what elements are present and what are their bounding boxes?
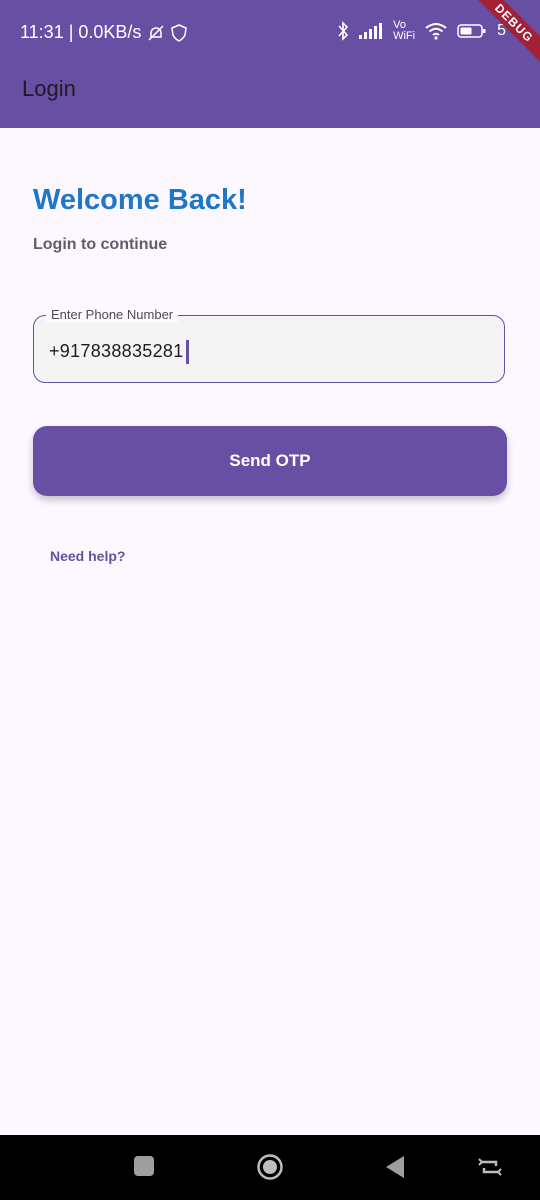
need-help-link[interactable]: Need help? [50, 548, 125, 564]
text-cursor [185, 340, 189, 364]
battery-icon [457, 24, 486, 38]
phone-number-input[interactable]: +917838835281 [49, 340, 189, 364]
login-subtitle: Login to continue [33, 236, 168, 253]
rotate-icon[interactable] [478, 1156, 502, 1178]
status-bar: 11:31 | 0.0KB/s Vo WiFi 5 DEBUG [0, 0, 540, 72]
back-triangle-icon[interactable] [384, 1155, 406, 1179]
status-time-speed: 11:31 | 0.0KB/s [20, 22, 142, 42]
signal-icon [359, 23, 383, 39]
app-bar-title: Login [22, 76, 76, 101]
phone-number-field[interactable]: Enter Phone Number +917838835281 [33, 307, 505, 383]
phone-number-value: +917838835281 [49, 340, 184, 361]
shield-icon [171, 23, 188, 42]
send-otp-button[interactable]: Send OTP [33, 426, 507, 496]
wifi-icon [425, 23, 447, 40]
square-icon[interactable] [133, 1155, 155, 1177]
vowifi-label: Vo WiFi [393, 20, 415, 42]
bell-off-icon [148, 24, 164, 41]
system-nav-bar [0, 1135, 540, 1200]
vowifi-bottom: WiFi [393, 30, 416, 42]
status-left: 11:31 | 0.0KB/s [20, 22, 188, 43]
welcome-heading: Welcome Back! [33, 184, 247, 216]
home-circle-icon[interactable] [256, 1153, 284, 1181]
app-bar: Login [0, 64, 540, 128]
send-otp-label: Send OTP [229, 451, 311, 470]
status-right: Vo WiFi 5 [337, 20, 506, 42]
phone-number-label: Enter Phone Number [46, 307, 179, 323]
bluetooth-icon [338, 21, 349, 41]
